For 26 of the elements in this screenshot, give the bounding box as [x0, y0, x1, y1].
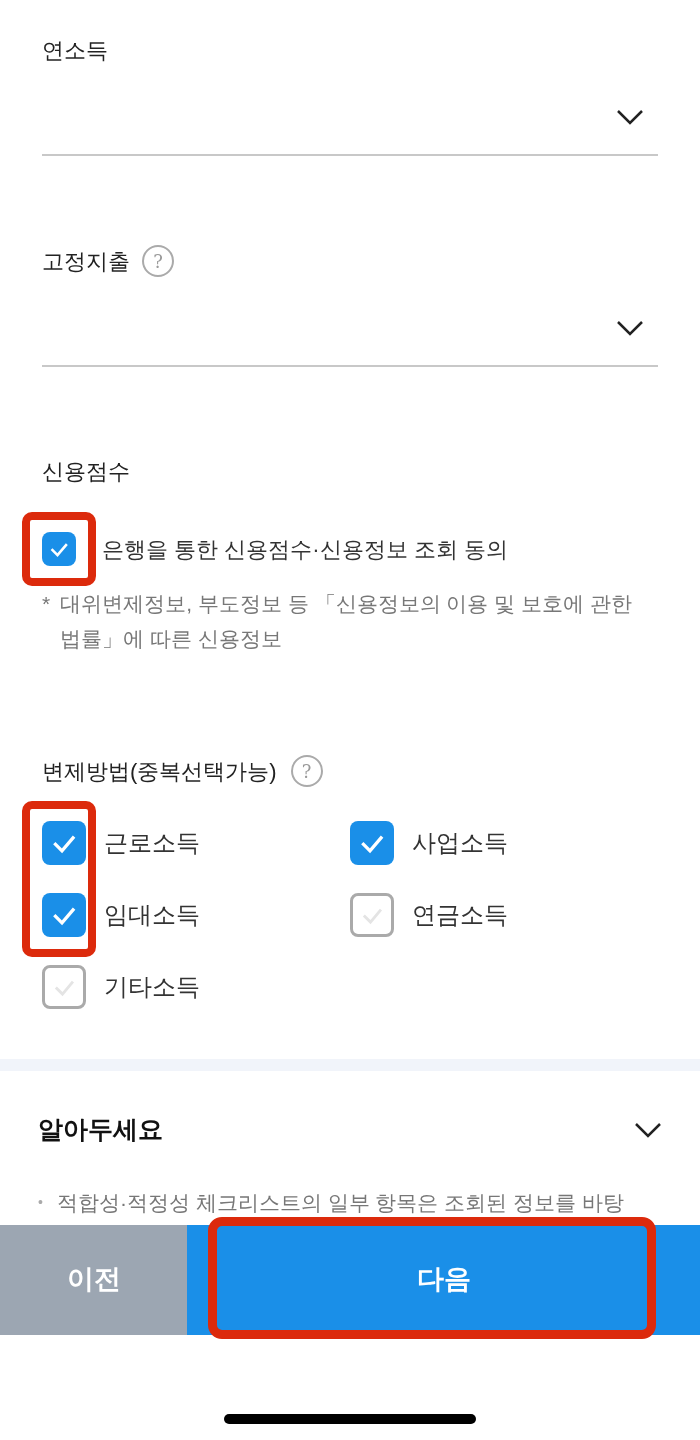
option-label: 임대소득 [104, 900, 200, 930]
note-mark: * [42, 591, 51, 617]
field-label: 연소득 [42, 36, 108, 65]
section-title: 변제방법(중복선택가능) [42, 757, 277, 786]
chevron-down-icon [616, 109, 644, 125]
section-title: 신용점수 [42, 458, 131, 486]
checkbox[interactable] [42, 532, 76, 566]
chevron-down-icon [616, 320, 644, 336]
previous-button[interactable]: 이전 [0, 1224, 187, 1335]
note-text: 대위변제정보, 부도정보 등 「신용정보의 이용 및 보호에 관한 법률」에 따른 신용정보 [60, 591, 633, 652]
notice-text: 적합성·적정성 체크리스트의 일부 항목은 조회된 정보를 바탕 [56, 1190, 624, 1216]
checkbox[interactable] [350, 893, 394, 937]
checkbox[interactable] [42, 893, 86, 937]
notice-header[interactable]: 알아두세요 [0, 1085, 700, 1175]
option-label: 연금소득 [412, 900, 508, 930]
checkbox[interactable] [42, 965, 86, 1009]
option-label: 사업소득 [412, 828, 508, 858]
field-label: 고정지출 [42, 247, 130, 276]
bullet: • [38, 1193, 43, 1213]
help-icon[interactable]: ? [142, 245, 174, 277]
checkbox[interactable] [350, 821, 394, 865]
consent-label: 은행을 통한 신용점수·신용정보 조회 동의 [102, 535, 508, 564]
option-label: 근로소득 [104, 828, 200, 858]
option-label: 기타소득 [104, 972, 200, 1002]
checkbox[interactable] [42, 821, 86, 865]
help-icon[interactable]: ? [290, 755, 323, 787]
